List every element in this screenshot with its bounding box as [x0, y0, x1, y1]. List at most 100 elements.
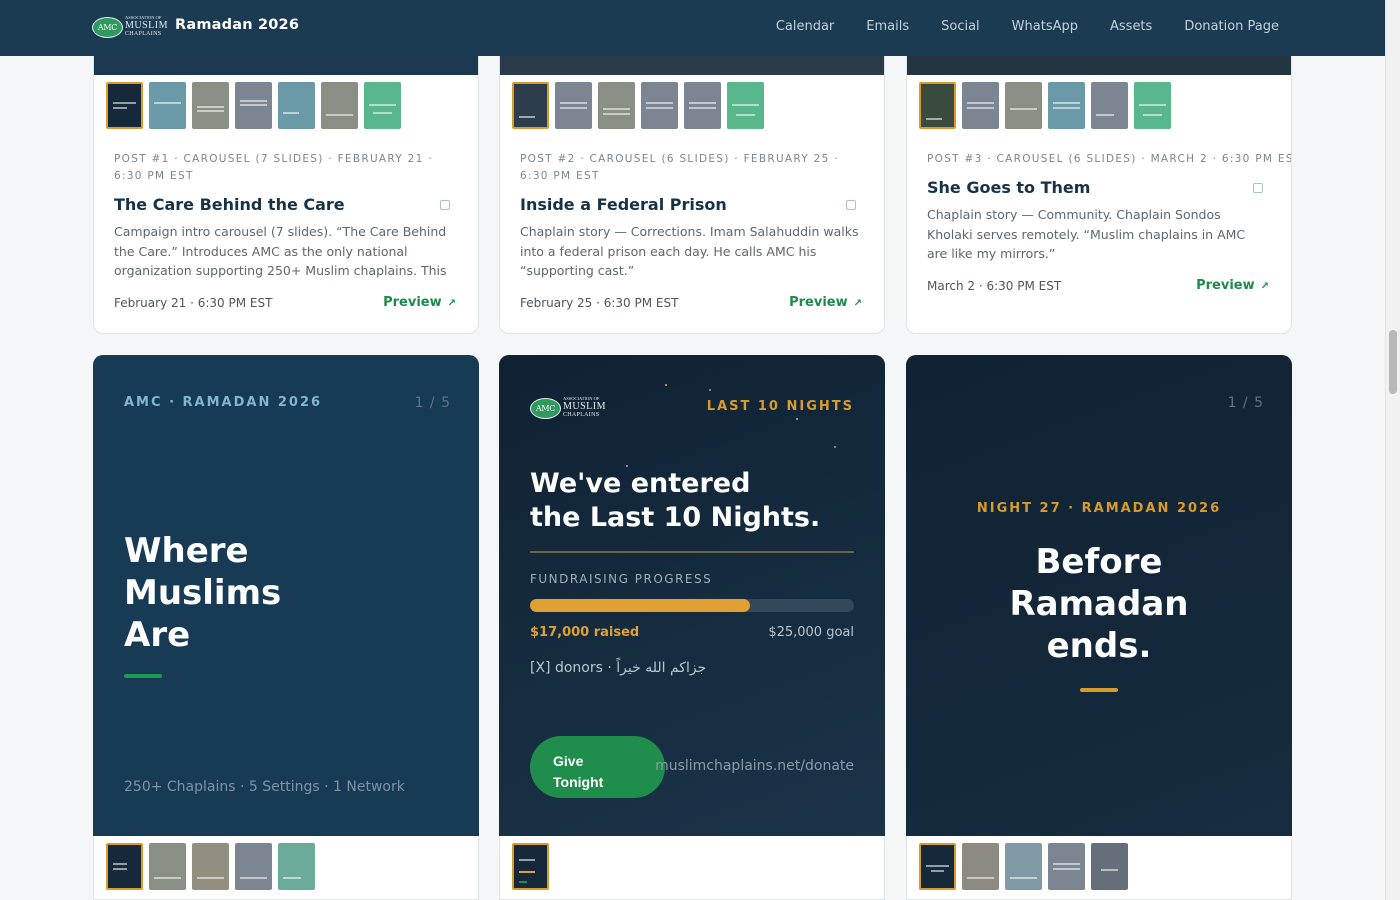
slide-label: LAST 10 NIGHTS [706, 399, 854, 414]
preview-label: Preview [1196, 278, 1255, 293]
accent-line [1080, 688, 1118, 692]
preview-link[interactable]: Preview ↗ [383, 295, 456, 310]
nav-link-assets[interactable]: Assets [1110, 19, 1152, 34]
slide-strip-2 [499, 836, 885, 900]
amc-logo: AMC ASSOCIATION OF MUSLIM CHAPLAINS [530, 395, 606, 423]
post-card-3: POST #3 · CAROUSEL (6 SLIDES) · MARCH 2 … [906, 40, 1292, 334]
slide-thumb[interactable] [192, 82, 229, 129]
slide-thumb[interactable] [1134, 82, 1171, 129]
nav-menu: Calendar Emails Social WhatsApp Assets D… [776, 19, 1279, 34]
slide-page-indicator: 1 / 5 [1227, 395, 1264, 411]
top-nav: AMC ASSOCIATION OF MUSLIM CHAPLAINS Rama… [0, 0, 1385, 56]
post-description: Campaign intro carousel (7 slides). “The… [114, 224, 447, 278]
give-tonight-button[interactable]: Give Tonight [530, 736, 665, 798]
slide-thumb[interactable] [598, 82, 635, 129]
post-card-2: POST #2 · CAROUSEL (6 SLIDES) · FEBRUARY… [499, 40, 885, 334]
slide-thumb[interactable] [1091, 82, 1128, 129]
slide-title: We've entered the Last 10 Nights. [530, 468, 821, 533]
nav-link-emails[interactable]: Emails [866, 19, 909, 34]
copy-icon[interactable] [1253, 183, 1263, 193]
post-card-1: POST #1 · CAROUSEL (7 SLIDES) · FEBRUARY… [93, 40, 479, 334]
amc-logo[interactable]: AMC ASSOCIATION OF MUSLIM CHAPLAINS [92, 14, 169, 42]
goal-amount: $25,000 goal [768, 625, 854, 640]
post-date: February 21 · 6:30 PM EST [114, 296, 273, 310]
donor-count: [X] donors · جزاكم الله خيراً [530, 660, 707, 676]
slide-thumb[interactable] [1005, 843, 1042, 890]
slide-preview-last-10-nights[interactable]: AMC ASSOCIATION OF MUSLIM CHAPLAINS LAST… [499, 355, 885, 836]
slide-title: Before Ramadan ends. [1009, 542, 1189, 666]
logo-line-2: MUSLIM [125, 19, 169, 31]
nav-link-donation-page[interactable]: Donation Page [1184, 19, 1279, 34]
slide-thumb[interactable] [684, 82, 721, 129]
logo-line-3: CHAPLAINS [125, 30, 162, 37]
preview-link[interactable]: Preview ↗ [789, 295, 862, 310]
slide-thumb[interactable] [321, 82, 358, 129]
progress-label: FUNDRAISING PROGRESS [530, 572, 713, 586]
slide-thumb[interactable] [278, 843, 315, 890]
slide-preview-before-ramadan-ends[interactable]: 1 / 5 NIGHT 27 · RAMADAN 2026 Before Ram… [906, 355, 1292, 836]
copy-icon[interactable] [846, 200, 856, 210]
slide-thumb[interactable] [1048, 82, 1085, 129]
slide-label: NIGHT 27 · RAMADAN 2026 [976, 501, 1222, 516]
slide-preview-where-muslims-are[interactable]: AMC · RAMADAN 2026 1 / 5 Where Muslims A… [93, 355, 479, 836]
slide-thumb[interactable] [919, 843, 956, 890]
raised-amount: $17,000 raised [530, 625, 640, 640]
slide-thumb[interactable] [149, 82, 186, 129]
slide-label: AMC · RAMADAN 2026 [124, 395, 323, 410]
nav-link-whatsapp[interactable]: WhatsApp [1012, 19, 1078, 34]
divider [530, 551, 854, 553]
slide-thumb[interactable] [1048, 843, 1085, 890]
progress-bar-fill [530, 599, 751, 612]
slide-thumb[interactable] [106, 82, 143, 129]
slide-thumb[interactable] [235, 82, 272, 129]
post-title: The Care Behind the Care [114, 195, 345, 214]
page-scrollbar[interactable] [1385, 0, 1400, 900]
slide-thumb[interactable] [919, 82, 956, 129]
external-arrow-icon: ↗ [853, 298, 862, 309]
post-meta: POST #3 · CAROUSEL (6 SLIDES) · MARCH 2 … [927, 153, 1292, 165]
post-title: She Goes to Them [927, 178, 1091, 197]
slide-thumb[interactable] [1005, 82, 1042, 129]
accent-line [124, 674, 162, 678]
donate-url: muslimchaplains.net/donate [655, 758, 854, 774]
post-title: Inside a Federal Prison [520, 195, 727, 214]
slide-thumb[interactable] [512, 82, 549, 129]
slide-thumbnails [512, 82, 764, 129]
slide-thumb[interactable] [106, 843, 143, 890]
slide-thumb[interactable] [962, 843, 999, 890]
external-arrow-icon: ↗ [1260, 281, 1269, 292]
slide-page-indicator: 1 / 5 [414, 395, 451, 411]
copy-icon[interactable] [440, 200, 450, 210]
nav-link-social[interactable]: Social [941, 19, 980, 34]
preview-link[interactable]: Preview ↗ [1196, 278, 1269, 293]
post-description: Chaplain story — Community. Chaplain Son… [927, 207, 1246, 261]
slide-thumb[interactable] [512, 843, 549, 890]
post-date: February 25 · 6:30 PM EST [520, 296, 679, 310]
preview-label: Preview [789, 295, 848, 310]
brand-title: Ramadan 2026 [175, 17, 300, 33]
slide-thumb[interactable] [364, 82, 401, 129]
logo-mark: AMC [92, 17, 123, 38]
preview-label: Preview [383, 295, 442, 310]
slide-thumb[interactable] [149, 843, 186, 890]
slide-thumbnails [106, 82, 401, 129]
slide-strip-3 [906, 836, 1292, 900]
slide-thumb[interactable] [278, 82, 315, 129]
post-meta: POST #1 · CAROUSEL (7 SLIDES) · FEBRUARY… [114, 153, 433, 182]
post-description: Chaplain story — Corrections. Imam Salah… [520, 224, 859, 278]
post-meta: POST #2 · CAROUSEL (6 SLIDES) · FEBRUARY… [520, 153, 839, 182]
slide-thumb[interactable] [962, 82, 999, 129]
progress-bar [530, 599, 854, 612]
external-arrow-icon: ↗ [447, 298, 456, 309]
slide-footer: 250+ Chaplains · 5 Settings · 1 Network [124, 779, 405, 795]
slide-thumb[interactable] [1091, 843, 1128, 890]
scrollbar-thumb[interactable] [1389, 330, 1397, 394]
slide-thumb[interactable] [641, 82, 678, 129]
slide-strip-1 [93, 836, 479, 900]
slide-thumbnails [919, 82, 1171, 129]
slide-thumb[interactable] [555, 82, 592, 129]
nav-link-calendar[interactable]: Calendar [776, 19, 834, 34]
slide-thumb[interactable] [192, 843, 229, 890]
slide-thumb[interactable] [727, 82, 764, 129]
slide-thumb[interactable] [235, 843, 272, 890]
